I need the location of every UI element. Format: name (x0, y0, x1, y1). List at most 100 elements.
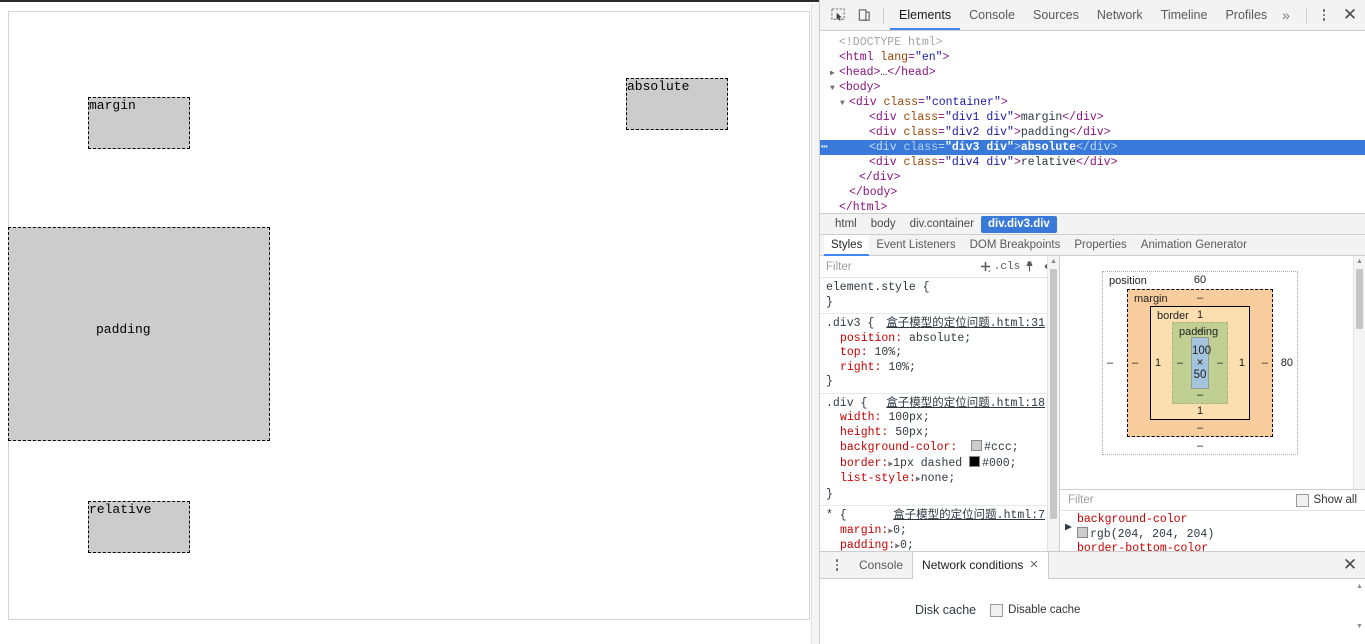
disclosure-triangle-icon[interactable]: ▼ (840, 96, 849, 111)
breadcrumb-item-div-div3-div[interactable]: div.div3.div (981, 216, 1057, 233)
pin-icon[interactable] (1019, 257, 1039, 277)
sidebar-tab-dom-breakpoints[interactable]: DOM Breakpoints (963, 235, 1068, 256)
css-rule-source-link[interactable]: 盒子模型的定位问题.html:31 (886, 317, 1045, 332)
box-model-border-bottom[interactable]: 1 (1151, 405, 1249, 417)
drawer-kebab-menu-icon[interactable] (826, 552, 848, 578)
css-rule-source-link[interactable]: 盒子模型的定位问题.html:18 (886, 397, 1045, 412)
box-model-padding-left[interactable]: – (1177, 357, 1183, 369)
box-model-border-left[interactable]: 1 (1155, 357, 1161, 369)
css-property-name[interactable]: width: (840, 411, 881, 424)
css-property-name[interactable]: background-color: (840, 441, 957, 454)
plus-icon[interactable] (975, 257, 995, 277)
css-property-value[interactable]: 50px; (895, 426, 930, 439)
styles-filter-input[interactable]: Filter (826, 261, 975, 273)
demo-box-absolute[interactable]: absolute (626, 78, 728, 130)
computed-scroll-up-arrow-icon[interactable]: ▲ (1354, 256, 1365, 267)
computed-scroll-thumb[interactable] (1356, 269, 1363, 329)
drawer-tab-console[interactable]: Console (850, 552, 912, 578)
dom-node-row[interactable]: </div> (820, 170, 1365, 185)
dom-node-row[interactable]: <html lang="en"> (820, 50, 1365, 65)
box-model-margin-top[interactable]: – (1128, 292, 1272, 304)
css-property-name[interactable]: position: (840, 332, 902, 345)
demo-box-relative[interactable]: relative (88, 501, 190, 553)
scroll-thumb[interactable] (1050, 269, 1057, 519)
tab-elements[interactable]: Elements (890, 0, 960, 30)
dom-node-row[interactable]: </html> (820, 200, 1365, 213)
dom-tree[interactable]: <!DOCTYPE html> <html lang="en">▶<head>…… (820, 31, 1365, 213)
close-icon[interactable]: ✕ (1335, 0, 1365, 30)
box-model-border-layer[interactable]: border 1 1 1 1 padding – – – (1150, 306, 1250, 420)
box-model-padding-layer[interactable]: padding – – – – 100 × 50 (1172, 322, 1228, 404)
css-declaration[interactable]: top: 10%; (826, 346, 1059, 361)
drawer-close-icon[interactable]: ✕ (1335, 550, 1365, 580)
dom-node-row[interactable]: <div class="div1 div">margin</div> (820, 110, 1365, 125)
css-rule[interactable]: .div3 {盒子模型的定位问题.html:31position: absolu… (820, 314, 1059, 394)
tab-timeline[interactable]: Timeline (1152, 0, 1217, 30)
demo-box-margin[interactable]: margin (88, 97, 190, 149)
dom-node-row[interactable]: ▶<head>…</head> (820, 65, 1365, 80)
css-property-value[interactable]: 1px dashed (893, 457, 962, 470)
css-declaration[interactable]: border:▶1px dashed #000; (826, 456, 1059, 473)
box-model-margin-left[interactable]: – (1132, 357, 1138, 369)
box-model-position-top[interactable]: 60 (1103, 274, 1297, 286)
box-model-position-layer[interactable]: position 60 – 80 – margin – – – – (1102, 271, 1298, 455)
css-declaration[interactable]: margin:▶0; (826, 524, 1059, 540)
box-model-position-bottom[interactable]: – (1103, 440, 1297, 452)
breadcrumb-item-div-container[interactable]: div.container (903, 216, 981, 233)
dom-node-row[interactable]: <div class="div2 div">padding</div> (820, 125, 1365, 140)
tab-sources[interactable]: Sources (1024, 0, 1088, 30)
disclosure-triangle-icon[interactable]: ▼ (830, 81, 839, 96)
css-property-value[interactable]: 100px; (888, 411, 929, 424)
box-model-margin-right[interactable]: – (1262, 357, 1268, 369)
tab-network[interactable]: Network (1088, 0, 1152, 30)
dom-node-row[interactable]: <div class="div4 div">relative</div> (820, 155, 1365, 170)
drawer-scroll-down-arrow-icon[interactable]: ▼ (1354, 621, 1365, 632)
box-model-padding-bottom[interactable]: – (1173, 389, 1227, 401)
more-tabs-chevron-icon[interactable]: » (1276, 0, 1296, 30)
disclosure-triangle-icon[interactable]: ▶ (830, 66, 839, 81)
box-model-position-right[interactable]: 80 (1281, 357, 1293, 369)
computed-vertical-scrollbar[interactable]: ▲ (1353, 256, 1365, 489)
css-property-value[interactable]: 10%; (875, 346, 903, 359)
css-property-name[interactable]: height: (840, 426, 888, 439)
color-swatch[interactable] (971, 440, 982, 451)
computed-property[interactable]: ▶background-colorrgb(204, 204, 204) (1060, 513, 1365, 542)
box-model-padding-top[interactable]: – (1173, 325, 1227, 337)
styles-rules-list[interactable]: element.style {}.div3 {盒子模型的定位问题.html:31… (820, 278, 1059, 578)
demo-box-padding[interactable]: padding (8, 227, 270, 441)
box-model-margin-layer[interactable]: margin – – – – border 1 1 1 (1127, 289, 1273, 437)
css-declaration[interactable]: background-color: #ccc; (826, 440, 1059, 456)
css-rule[interactable]: .div {盒子模型的定位问题.html:18width: 100px;heig… (820, 394, 1059, 507)
sidebar-tab-styles[interactable]: Styles (824, 235, 869, 256)
dom-node-row[interactable]: </body> (820, 185, 1365, 200)
dom-node-row[interactable]: <!DOCTYPE html> (820, 35, 1365, 50)
box-model-border-top[interactable]: 1 (1151, 309, 1249, 321)
page-vertical-scrollbar[interactable] (811, 4, 819, 644)
css-property-value[interactable]: absolute; (909, 332, 971, 345)
css-declaration[interactable]: position: absolute; (826, 332, 1059, 347)
css-rule-source-link[interactable]: 盒子模型的定位问题.html:7 (893, 509, 1045, 524)
disable-cache-checkbox[interactable] (990, 604, 1003, 617)
inspect-element-icon[interactable] (825, 2, 851, 28)
computed-filter-input[interactable]: Filter (1068, 494, 1296, 506)
css-declaration[interactable]: list-style:▶none; (826, 472, 1059, 488)
css-property-name[interactable]: border: (840, 457, 888, 470)
cls-button[interactable]: .cls (995, 257, 1019, 277)
show-all-checkbox-wrap[interactable]: Show all (1296, 494, 1357, 507)
breadcrumb-item-body[interactable]: body (864, 216, 903, 233)
breadcrumb-item-html[interactable]: html (828, 216, 864, 233)
styles-vertical-scrollbar[interactable]: ▲ ▼ (1047, 256, 1059, 578)
css-property-name[interactable]: top: (840, 346, 868, 359)
css-property-value[interactable]: 10%; (888, 361, 916, 374)
css-property-name[interactable]: right: (840, 361, 881, 374)
color-swatch[interactable] (969, 456, 980, 467)
tab-profiles[interactable]: Profiles (1216, 0, 1276, 30)
drawer-scroll-up-arrow-icon[interactable]: ▲ (1354, 581, 1365, 592)
disable-cache-checkbox-wrap[interactable]: Disable cache (990, 604, 1080, 617)
dom-node-row[interactable]: ⋯ <div class="div3 div">absolute</div> (820, 140, 1365, 155)
sidebar-tab-properties[interactable]: Properties (1067, 235, 1133, 256)
css-property-value[interactable]: 0; (893, 524, 907, 537)
dom-node-row[interactable]: ▼<div class="container"> (820, 95, 1365, 110)
drawer-tab-network-conditions[interactable]: Network conditions ✕ (912, 552, 1049, 579)
drawer-tab-close-icon[interactable]: ✕ (1029, 552, 1038, 579)
